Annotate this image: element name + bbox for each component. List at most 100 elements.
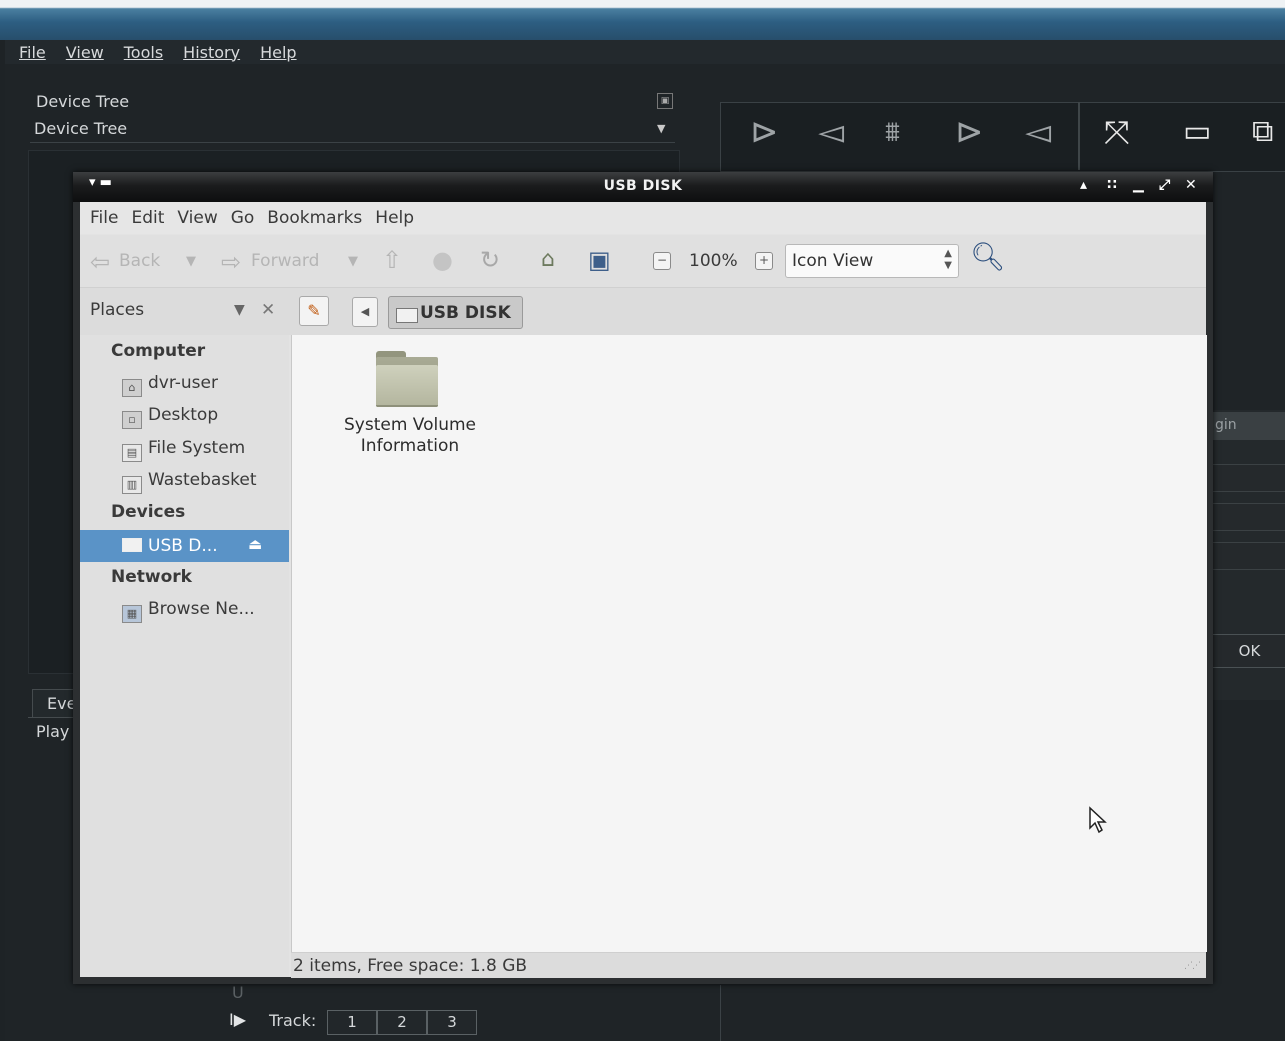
maximize-icon[interactable]: ⤢	[1159, 177, 1170, 193]
sidebar-item-home[interactable]: ⌂ dvr-user	[122, 373, 218, 397]
menu-help[interactable]: Help	[260, 43, 296, 62]
up-icon[interactable]: ⇧	[382, 247, 402, 273]
fm-menu-view[interactable]: View	[177, 208, 217, 228]
shade-icon[interactable]: ▴	[1080, 177, 1087, 193]
folder-label[interactable]: System Volume Information	[322, 415, 498, 457]
track-button-3[interactable]: 3	[427, 1010, 477, 1035]
fm-menu-help[interactable]: Help	[375, 208, 414, 228]
step-back-icon[interactable]: ◅	[1025, 112, 1051, 152]
right-panel-field[interactable]	[1212, 464, 1285, 492]
places-dropdown-icon[interactable]: ▼	[234, 302, 245, 318]
computer-icon[interactable]: ▣	[588, 247, 611, 273]
network-icon[interactable]: ⩩	[885, 112, 900, 152]
monitor-icon[interactable]: ▭	[1183, 112, 1211, 152]
drive-icon	[122, 538, 142, 552]
play-pause-icon[interactable]: I▶	[229, 1010, 246, 1029]
play-label: Play	[36, 722, 70, 741]
places-label: Places	[90, 300, 145, 320]
chevron-down-icon[interactable]: ▼	[657, 122, 665, 135]
sidebar-item-browse-network[interactable]: ▦ Browse Ne...	[122, 599, 255, 623]
menu-file[interactable]: File	[19, 43, 46, 62]
sidebar-item-label: dvr-user	[148, 373, 218, 393]
sidebar-item-label: Wastebasket	[148, 470, 257, 490]
forward-button[interactable]: Forward	[251, 251, 319, 271]
spin-arrows-icon: ▲ ▼	[944, 248, 952, 271]
file-view[interactable]: System Volume Information	[291, 335, 1207, 952]
right-panel-header: gin	[1205, 412, 1285, 440]
resize-grip-icon[interactable]: ⋰⋰	[1184, 961, 1201, 971]
play-segment-icon[interactable]: ⊳	[750, 112, 779, 152]
right-panel-field[interactable]	[1212, 542, 1285, 570]
sticky-icon[interactable]: ∷	[1107, 177, 1117, 193]
close-icon[interactable]: ✕	[1185, 177, 1197, 193]
back-button[interactable]: Back	[119, 251, 160, 271]
places-sidebar: Computer ⌂ dvr-user ▫ Desktop ▤ File System…	[80, 335, 289, 977]
drive-icon	[396, 308, 418, 323]
trash-icon: ▥	[122, 476, 142, 494]
device-tree-combo[interactable]: Device Tree	[34, 119, 127, 138]
track-button-1[interactable]: 1	[327, 1010, 377, 1035]
menu-history[interactable]: History	[183, 43, 240, 62]
back-arrow-icon[interactable]: ⇦	[90, 249, 110, 275]
reload-icon[interactable]: ↻	[480, 247, 500, 273]
fm-menu-file[interactable]: File	[90, 208, 118, 228]
edit-location-icon[interactable]: ✎	[299, 296, 329, 326]
track-button-2[interactable]: 2	[377, 1010, 427, 1035]
zoom-in-icon[interactable]: +	[755, 252, 773, 270]
status-bar: 2 items, Free space: 1.8 GB ⋰⋰	[291, 952, 1206, 978]
ok-button[interactable]: OK	[1212, 634, 1285, 668]
zoom-out-icon[interactable]: −	[653, 252, 671, 270]
sidebar-item-usb-disk[interactable]: USB D... ⏏	[80, 530, 289, 562]
view-mode-select[interactable]: Icon View ▲ ▼	[785, 244, 959, 278]
sidebar-item-label: Browse Ne...	[148, 599, 255, 619]
divider	[720, 985, 721, 1041]
status-text: 2 items, Free space: 1.8 GB	[293, 956, 528, 976]
breadcrumb-usb-disk[interactable]: USB DISK	[388, 296, 523, 329]
app-menubar: File View Tools History Help	[5, 40, 1285, 64]
sidebar-item-label: USB D...	[148, 536, 218, 556]
window-layout-icon[interactable]: ⧉	[1252, 112, 1273, 152]
network-icon: ▦	[122, 605, 142, 623]
breadcrumb-label: USB DISK	[420, 303, 511, 323]
window-titlebar[interactable]: ▾ ▬ USB DISK ▴ ∷ ▁ ⤢ ✕	[73, 172, 1213, 202]
fm-menu-go[interactable]: Go	[231, 208, 255, 228]
sidebar-item-desktop[interactable]: ▫ Desktop	[122, 405, 218, 429]
stop-icon[interactable]: ●	[432, 247, 453, 273]
back-history-icon[interactable]: ▼	[186, 254, 196, 269]
menu-view[interactable]: View	[66, 43, 104, 62]
minimize-icon[interactable]: ▁	[1133, 177, 1144, 193]
window-title: USB DISK	[603, 178, 683, 194]
sidebar-header-devices: Devices	[111, 502, 186, 522]
forward-arrow-icon[interactable]: ⇨	[221, 249, 241, 275]
location-bar: Places ▼ ✕ ✎ ◀ USB DISK	[80, 288, 1206, 335]
fullscreen-icon[interactable]: ⤧	[1104, 112, 1130, 152]
sidebar-header-network: Network	[111, 567, 192, 587]
fm-menu-bookmarks[interactable]: Bookmarks	[267, 208, 362, 228]
search-icon[interactable]: 🔍︎	[970, 243, 1006, 271]
reverse-icon[interactable]: ◅	[818, 112, 844, 152]
fm-menu-edit[interactable]: Edit	[131, 208, 164, 228]
step-forward-icon[interactable]: ⊳	[955, 112, 984, 152]
sidebar-item-wastebasket[interactable]: ▥ Wastebasket	[122, 470, 257, 494]
divider	[30, 142, 675, 143]
crumb-left-icon[interactable]: ◀	[352, 297, 378, 327]
sidebar-item-label: File System	[148, 438, 246, 458]
track-label: Track:	[269, 1011, 317, 1030]
sidebar-item-filesystem[interactable]: ▤ File System	[122, 438, 245, 462]
menu-tools[interactable]: Tools	[124, 43, 163, 62]
right-panel-field[interactable]	[1212, 503, 1285, 531]
sidebar-item-label: Desktop	[148, 405, 219, 425]
close-sidebar-icon[interactable]: ✕	[261, 300, 275, 320]
zoom-level: 100%	[689, 251, 738, 271]
home-icon[interactable]: ⌂	[541, 247, 555, 273]
detach-icon[interactable]: ▣	[657, 93, 673, 109]
view-mode-value: Icon View	[792, 251, 874, 271]
window-client: File Edit View Go Bookmarks Help ⇦ Back …	[80, 202, 1207, 978]
folder-name: System Volume Information	[343, 415, 477, 456]
toolbar-separator	[1078, 102, 1080, 170]
eject-icon[interactable]: ⏏	[248, 535, 262, 553]
folder-icon[interactable]	[376, 351, 438, 407]
forward-history-icon[interactable]: ▼	[348, 254, 358, 269]
slider-handle[interactable]: U	[232, 983, 244, 1002]
file-manager-window: ▾ ▬ USB DISK ▴ ∷ ▁ ⤢ ✕ File Edit View Go…	[73, 172, 1213, 984]
